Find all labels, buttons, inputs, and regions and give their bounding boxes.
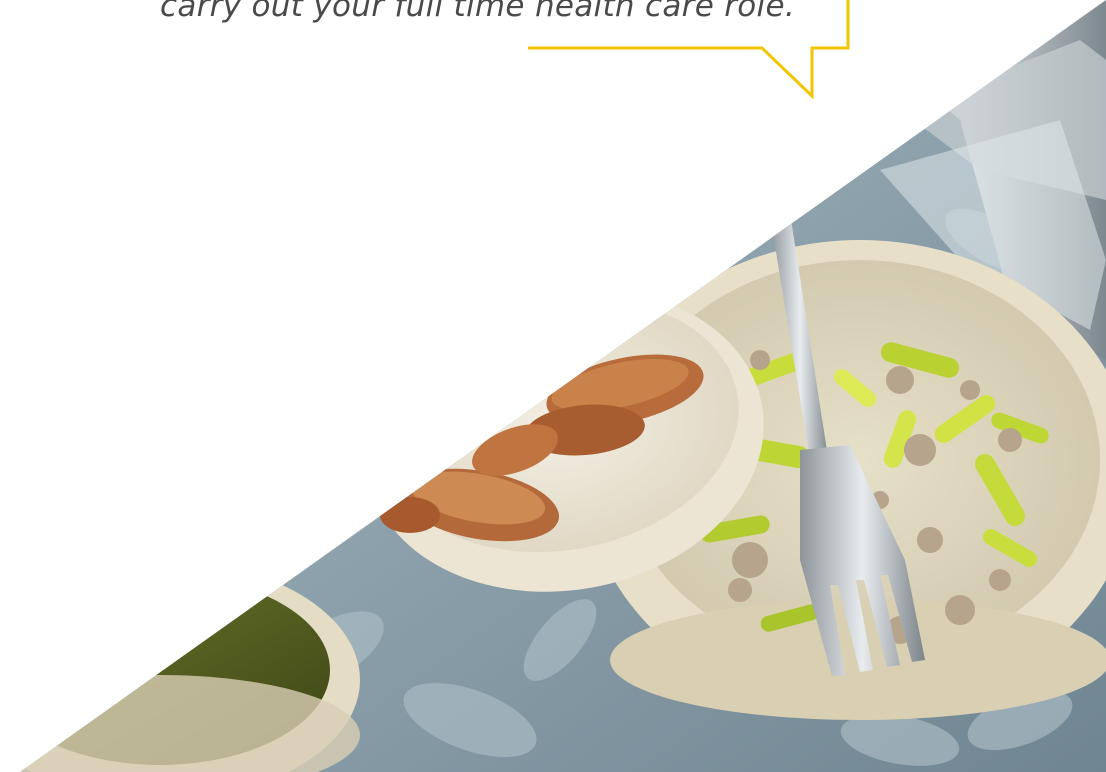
page: carry out your full time health care rol…: [0, 0, 1106, 772]
quote-text: carry out your full time health care rol…: [160, 0, 795, 24]
food-photo: [20, 0, 1106, 772]
